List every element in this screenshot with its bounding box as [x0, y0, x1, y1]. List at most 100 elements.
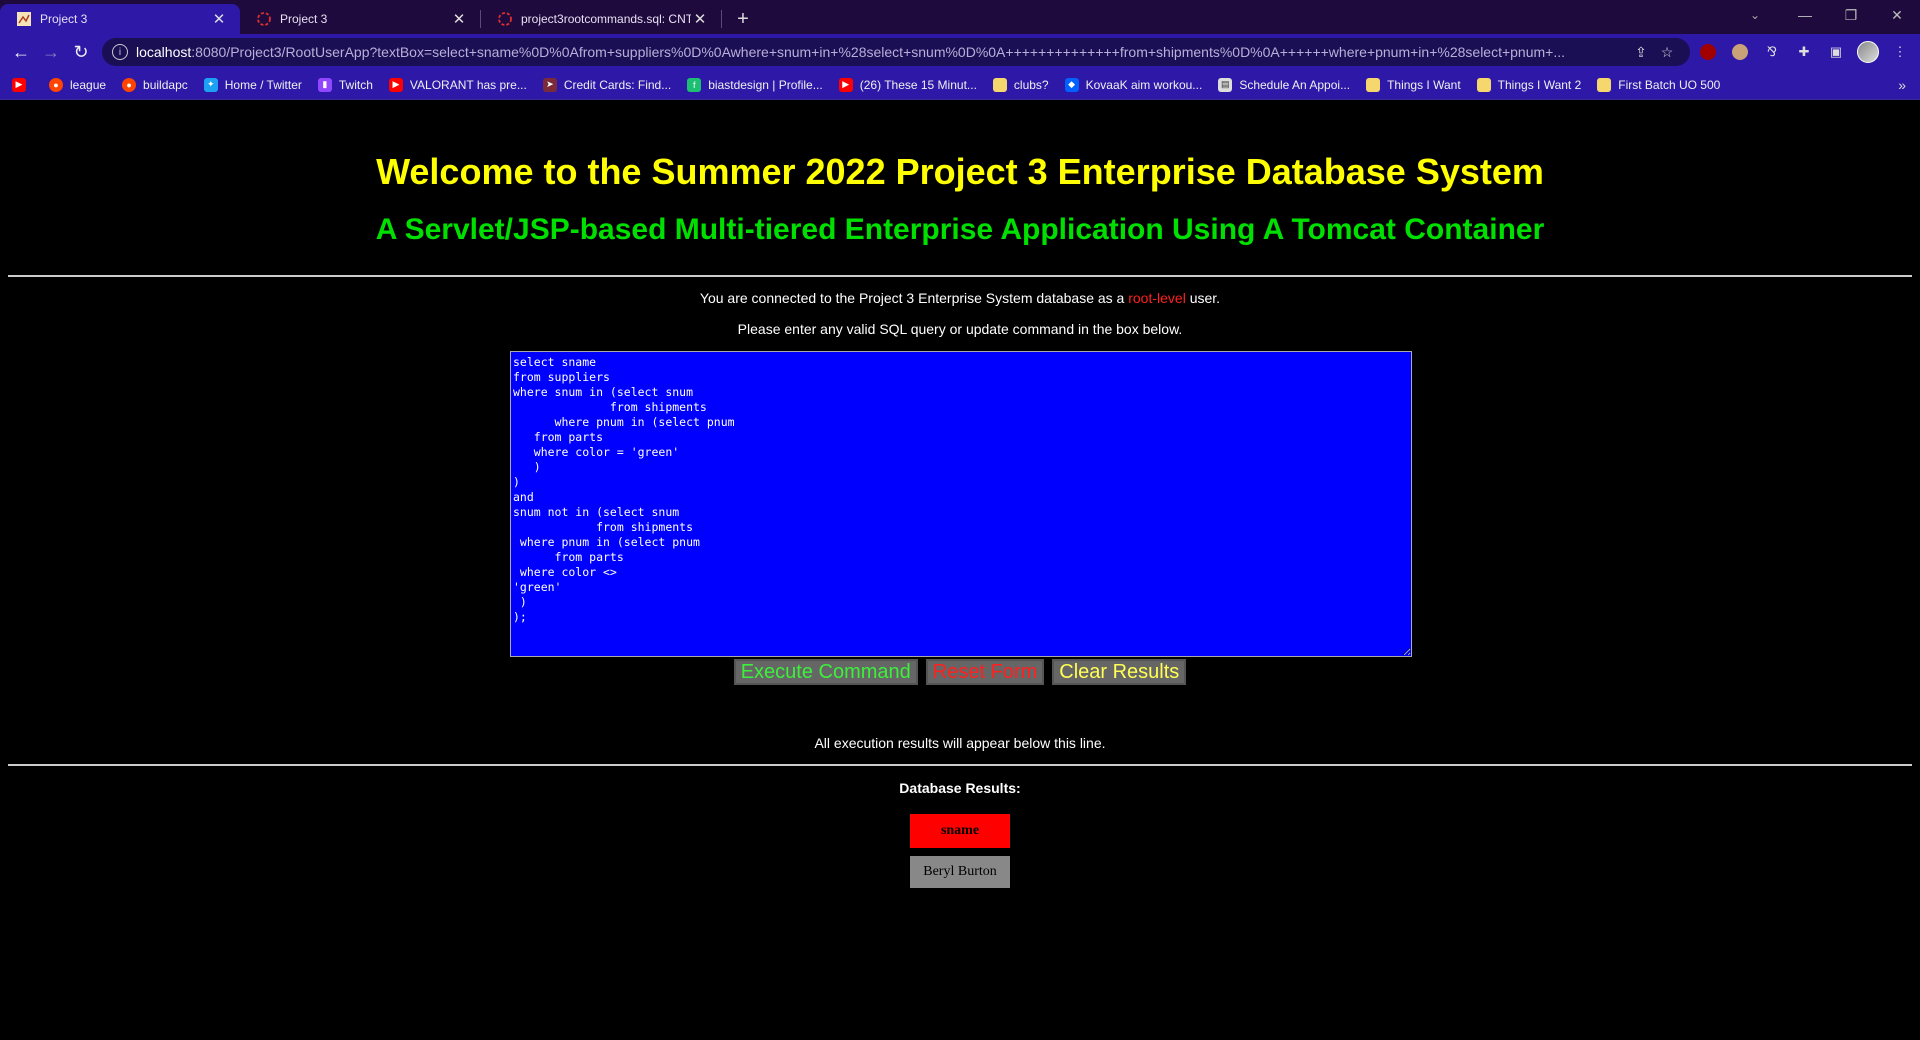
clear-results-button[interactable]: Clear Results [1052, 659, 1187, 685]
bookmark-label: VALORANT has pre... [409, 77, 527, 92]
reload-icon[interactable]: ↻ [66, 37, 96, 67]
bookmark-item[interactable]: f biastdesign | Profile... [687, 77, 823, 92]
bookmark-item[interactable]: Things I Want 2 [1476, 77, 1582, 92]
bookmark-label: (26) These 15 Minut... [859, 77, 977, 92]
bookmark-label: Credit Cards: Find... [563, 77, 672, 92]
tab-project3-active[interactable]: Project 3 ✕ [0, 4, 240, 34]
bookmark-item[interactable]: ▶ VALORANT has pre... [388, 77, 527, 92]
bookmark-item[interactable]: Things I Want [1366, 77, 1461, 92]
window-controls: — ❐ ✕ [1782, 0, 1920, 30]
instruction-text: Please enter any valid SQL query or upda… [737, 321, 1183, 337]
bookmark-item[interactable]: ▶ [12, 77, 33, 92]
bookmark-label: Twitch [338, 77, 373, 92]
site-info-icon[interactable]: i [112, 44, 128, 60]
share-icon[interactable]: ⇪ [1628, 39, 1654, 65]
sql-input[interactable]: select sname from suppliers where snum i… [510, 351, 1412, 657]
reset-form-button[interactable]: Reset Form [925, 659, 1045, 685]
close-window-icon[interactable]: ✕ [1874, 0, 1920, 30]
back-icon[interactable]: ← [6, 37, 36, 67]
reddit-icon: ● [49, 77, 63, 92]
page-favicon-icon [16, 11, 32, 27]
restore-icon[interactable]: ❐ [1828, 0, 1874, 30]
minimize-icon[interactable]: — [1782, 0, 1828, 30]
bookmark-label: league [70, 77, 107, 92]
bookmark-item[interactable]: First Batch UO 500 [1597, 77, 1721, 92]
button-row: Execute Command Reset Form Clear Results [0, 659, 1920, 685]
loading-spinner-icon [497, 11, 513, 27]
folder-icon [1597, 77, 1612, 92]
user-role: root-level [1128, 290, 1186, 306]
bookmark-label: clubs? [1013, 77, 1049, 92]
page-subtitle: A Servlet/JSP-based Multi-tiered Enterpr… [375, 213, 1545, 246]
bookmark-item[interactable]: ● league [49, 77, 107, 92]
bookmark-label: KovaaK aim workou... [1085, 77, 1203, 92]
connection-text-pre: You are connected to the Project 3 Enter… [699, 290, 1129, 306]
extension-face-icon[interactable] [1726, 38, 1754, 66]
folder-icon [1476, 77, 1491, 92]
connection-text-post: user. [1185, 290, 1221, 306]
reddit-icon: ● [122, 77, 137, 92]
browser-toolbar: ← → ↻ i localhost :8080/Project3/RootUse… [0, 34, 1920, 70]
bookmark-item[interactable]: ▶ (26) These 15 Minut... [838, 77, 977, 92]
card-icon: ➤ [542, 77, 557, 92]
close-tab-icon[interactable]: ✕ [210, 10, 228, 28]
tab-title: Project 3 [280, 12, 328, 26]
tab-title: project3rootcommands.sql: CNT4 [521, 12, 691, 26]
forward-icon[interactable]: → [36, 37, 66, 67]
tab-strip: Project 3 ✕ Project 3 ✕ project3rootcomm… [0, 0, 1920, 34]
bookmark-label: buildapc [143, 77, 188, 92]
results-heading: Database Results: [899, 780, 1021, 796]
bookmark-item[interactable]: ▤ Schedule An Appoi... [1218, 77, 1351, 92]
bookmark-star-icon[interactable]: ☆ [1654, 39, 1680, 65]
bookmark-item[interactable]: ◆ KovaaK aim workou... [1064, 77, 1203, 92]
tab-search-icon[interactable]: ⌄ [1740, 4, 1770, 26]
url-host: localhost [136, 44, 192, 60]
menu-kebab-icon[interactable]: ⋮ [1886, 38, 1914, 66]
dropbox-icon: ◆ [1064, 77, 1079, 92]
twitter-icon: ✦ [203, 77, 218, 92]
bookmark-label: Things I Want [1387, 77, 1461, 92]
tab-sql-file[interactable]: project3rootcommands.sql: CNT4 ✕ [481, 4, 721, 34]
page-title: Welcome to the Summer 2022 Project 3 Ent… [376, 151, 1544, 192]
folder-icon [1366, 77, 1381, 92]
extension-translate-icon[interactable]: ⅋ [1758, 38, 1786, 66]
profile-avatar[interactable] [1854, 38, 1882, 66]
page-content: Welcome to the Summer 2022 Project 3 Ent… [0, 101, 1920, 1040]
url-path: :8080/Project3/RootUserApp?textBox=selec… [191, 44, 1566, 60]
extensions-puzzle-icon[interactable]: ✚ [1790, 38, 1818, 66]
column-header: sname [910, 814, 1010, 848]
new-tab-button[interactable]: + [728, 4, 758, 34]
bookmark-item[interactable]: ▮ Twitch [317, 77, 373, 92]
results-table: sname Beryl Burton [910, 814, 1010, 888]
bookmark-label: Home / Twitter [224, 77, 302, 92]
youtube-icon: ▶ [838, 77, 853, 92]
bookmark-item[interactable]: ✦ Home / Twitter [203, 77, 302, 92]
calendar-icon: ▤ [1218, 77, 1233, 92]
connection-status: You are connected to the Project 3 Enter… [0, 290, 1920, 306]
loading-spinner-icon [256, 11, 272, 27]
youtube-icon: ▶ [388, 77, 403, 92]
bookmark-label: biastdesign | Profile... [708, 77, 823, 92]
address-bar[interactable]: i localhost :8080/Project3/RootUserApp?t… [102, 38, 1690, 66]
side-panel-icon[interactable]: ▣ [1822, 38, 1850, 66]
more-bookmarks-icon[interactable]: » [1898, 77, 1906, 93]
execute-command-button[interactable]: Execute Command [733, 659, 918, 685]
youtube-icon: ▶ [12, 77, 26, 92]
twitch-icon: ▮ [317, 77, 332, 92]
bookmarks-bar: ▶ ● league ● buildapc ✦ Home / Twitter ▮ Twitch ▶… [0, 70, 1920, 100]
close-tab-icon[interactable]: ✕ [450, 10, 468, 28]
bookmark-item[interactable]: ➤ Credit Cards: Find... [542, 77, 672, 92]
bookmark-label: First Batch UO 500 [1618, 77, 1721, 92]
bookmark-label: Things I Want 2 [1497, 77, 1582, 92]
divider [8, 764, 1912, 766]
bookmark-item[interactable]: ● buildapc [122, 77, 188, 92]
folder-icon [992, 77, 1007, 92]
tab-title: Project 3 [40, 12, 88, 26]
bookmark-item[interactable]: clubs? [992, 77, 1049, 92]
bookmark-label: Schedule An Appoi... [1239, 77, 1351, 92]
ublock-extension-icon[interactable] [1694, 38, 1722, 66]
results-note: All execution results will appear below … [814, 735, 1106, 751]
close-tab-icon[interactable]: ✕ [691, 10, 709, 28]
tab-separator [721, 10, 722, 28]
tab-project3[interactable]: Project 3 ✕ [240, 4, 480, 34]
